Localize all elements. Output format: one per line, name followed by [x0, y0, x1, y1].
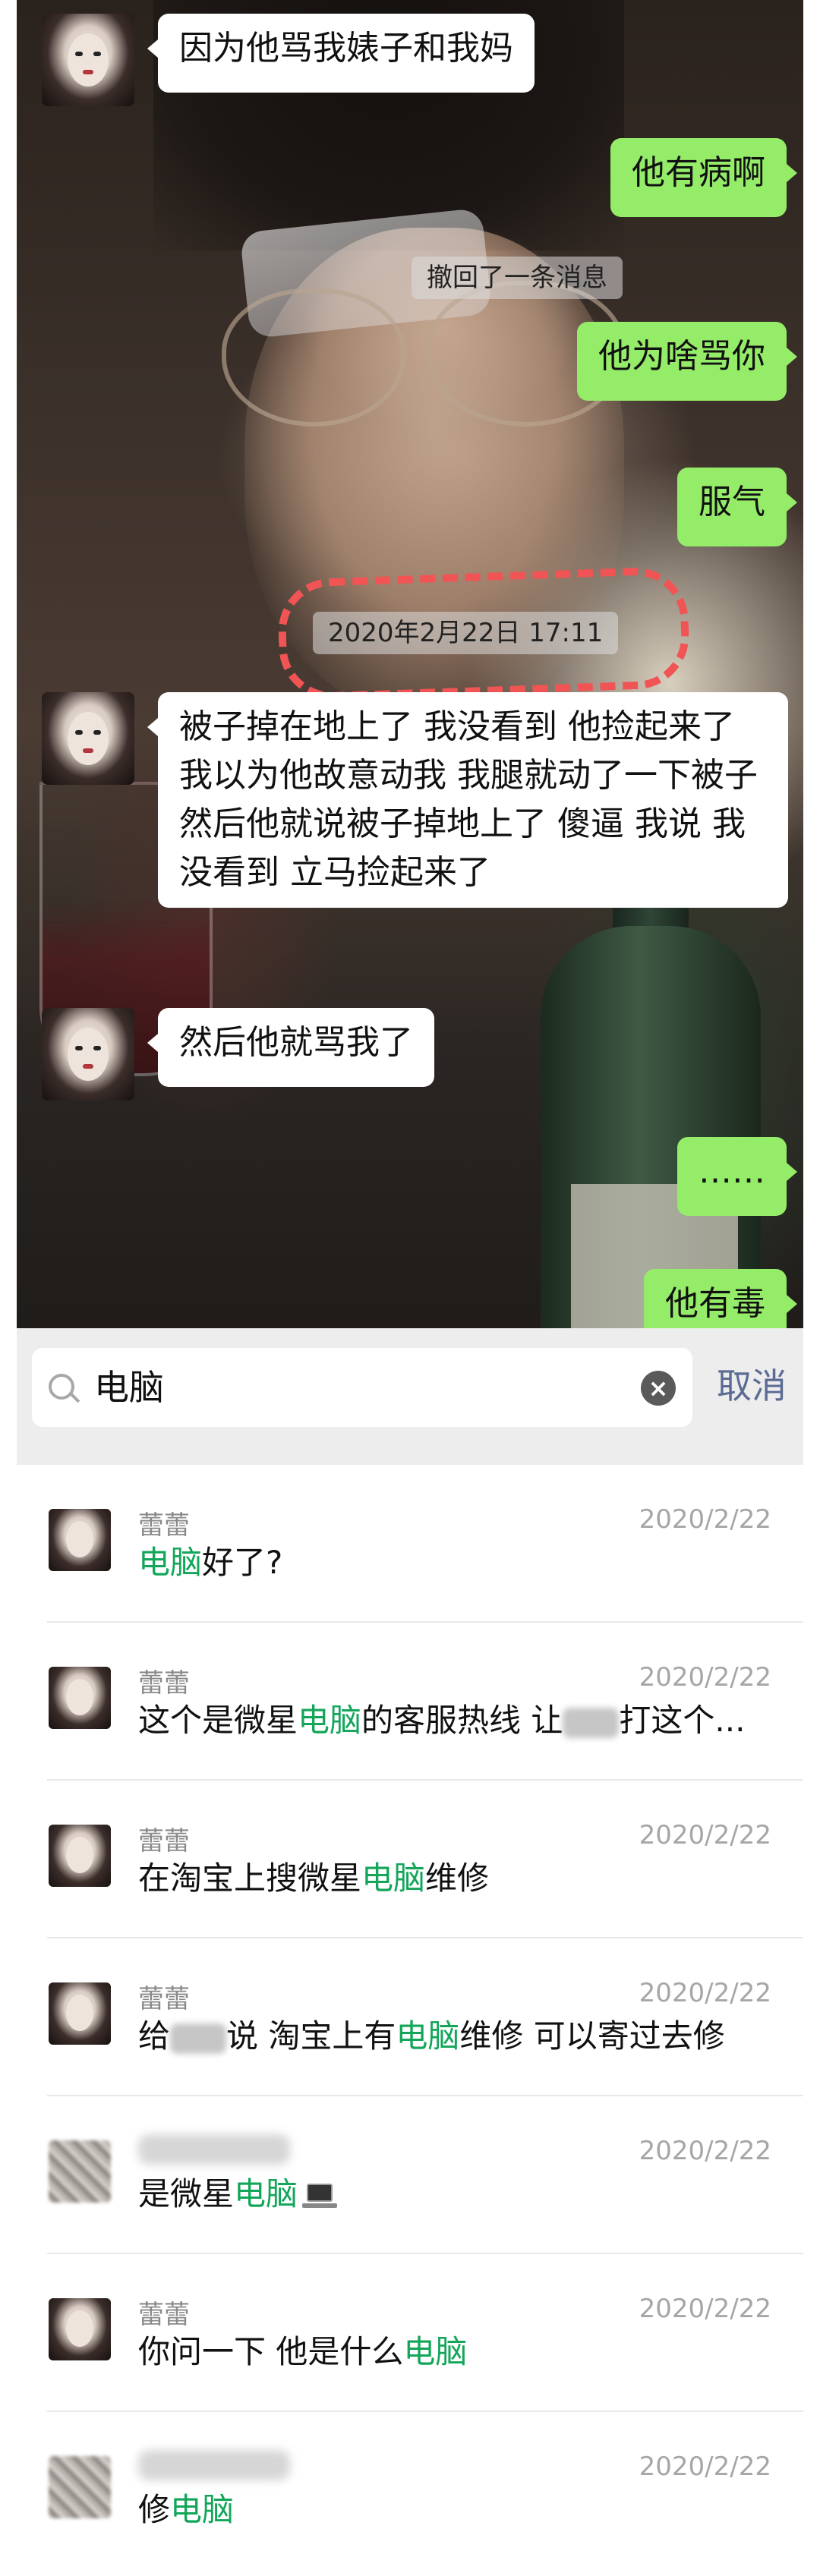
contact-name: 蕾蕾 — [138, 1984, 190, 2014]
keyword-highlight: 电脑 — [298, 1702, 362, 1739]
keyword-highlight: 电脑 — [138, 1544, 203, 1581]
message-date: 2020/2/22 — [639, 2452, 771, 2482]
message-date: 2020/2/22 — [639, 2136, 771, 2166]
message-snippet: 电脑好了? — [138, 1544, 283, 1581]
avatar — [49, 2298, 111, 2360]
message-snippet: 你问一下 他是什么电脑 — [138, 2333, 468, 2370]
message-snippet: 给说 淘宝上有电脑维修 可以寄过去修 — [138, 2017, 725, 2055]
message-date: 2020/2/22 — [639, 1978, 771, 2008]
result-item[interactable]: 蕾蕾 2020/2/22 电脑好了? — [17, 1465, 803, 1623]
chat-screenshot: 因为他骂我婊子和我妈 他有病啊 撤回了一条消息 他为啥骂你 服气 2020年2月… — [17, 0, 803, 1328]
message-snippet: 这个是微星电脑的客服热线 让打这个... — [138, 1702, 746, 1739]
blurred-contact-name — [138, 2450, 290, 2480]
red-dashed-annotation — [276, 565, 691, 702]
message-date: 2020/2/22 — [639, 1504, 771, 1535]
contact-name: 蕾蕾 — [138, 1826, 190, 1856]
blurred-name — [170, 2023, 227, 2054]
search-bar-area: 电脑 × 取消 — [17, 1328, 803, 1465]
message-bubble-incoming[interactable]: 被子掉在地上了 我没看到 他捡起来了 我以为他故意动我 我腿就动了一下被子 然后… — [147, 692, 788, 908]
message-bubble-outgoing[interactable]: 他有病啊 — [610, 138, 797, 217]
message-snippet: 是微星电脑 — [138, 2169, 338, 2219]
result-item[interactable]: 蕾蕾 2020/2/22 给说 淘宝上有电脑维修 可以寄过去修 — [17, 1938, 803, 2096]
result-item[interactable]: 蕾蕾 2020/2/22 你问一下 他是什么电脑 — [17, 2254, 803, 2412]
keyword-highlight: 电脑 — [170, 2491, 235, 2528]
contact-name: 蕾蕾 — [138, 1668, 190, 1699]
message-bubble-outgoing[interactable]: 服气 — [677, 468, 797, 546]
keyword-highlight: 电脑 — [234, 2175, 298, 2212]
avatar — [49, 2456, 111, 2518]
blurred-name — [563, 1707, 620, 1738]
result-item[interactable]: 蕾蕾 2020/2/22 在淘宝上搜微星电脑维修 — [17, 1781, 803, 1938]
result-item[interactable]: 蕾蕾 2020/2/22 这个是微星电脑的客服热线 让打这个... — [17, 1623, 803, 1781]
message-bubble-incoming[interactable]: 因为他骂我婊子和我妈 — [147, 14, 535, 93]
contact-avatar[interactable] — [42, 692, 134, 785]
avatar — [49, 1825, 111, 1887]
result-item[interactable]: 2020/2/22 修电脑 — [17, 2412, 803, 2570]
message-date: 2020/2/22 — [639, 1662, 771, 1693]
message-bubble-outgoing[interactable]: …… — [677, 1137, 797, 1216]
search-query[interactable]: 电脑 — [94, 1365, 164, 1410]
keyword-highlight: 电脑 — [403, 2333, 468, 2370]
blurred-contact-name — [138, 2134, 290, 2165]
system-notice-recalled: 撤回了一条消息 — [412, 257, 623, 299]
keyword-highlight: 电脑 — [361, 1860, 426, 1897]
contact-name: 蕾蕾 — [138, 1510, 190, 1541]
avatar — [49, 1982, 111, 2045]
laptop-icon — [302, 2183, 338, 2209]
cancel-button[interactable]: 取消 — [717, 1363, 787, 1409]
contact-name: 蕾蕾 — [138, 2300, 190, 2330]
search-icon — [49, 1374, 74, 1400]
message-bubble-outgoing[interactable]: 他为啥骂你 — [577, 322, 797, 401]
contact-avatar[interactable] — [42, 1008, 134, 1101]
search-input[interactable]: 电脑 × — [32, 1348, 692, 1427]
search-results-list: 蕾蕾 2020/2/22 电脑好了? 蕾蕾 2020/2/22 这个是微星电脑的… — [17, 1465, 803, 2576]
message-snippet: 在淘宝上搜微星电脑维修 — [138, 1860, 490, 1897]
contact-avatar[interactable] — [42, 14, 134, 106]
message-date: 2020/2/22 — [639, 1820, 771, 1850]
message-snippet: 修电脑 — [138, 2491, 235, 2528]
background-photo-glasses-left — [222, 288, 405, 427]
clear-icon[interactable]: × — [641, 1371, 676, 1406]
result-item[interactable]: 2020/2/22 是微星电脑 — [17, 2096, 803, 2254]
message-date: 2020/2/22 — [639, 2294, 771, 2324]
avatar — [49, 1509, 111, 1571]
message-bubble-outgoing[interactable]: 他有毒 — [644, 1269, 797, 1328]
message-bubble-incoming[interactable]: 然后他就骂我了 — [147, 1008, 434, 1087]
avatar — [49, 2140, 111, 2203]
avatar — [49, 1667, 111, 1729]
keyword-highlight: 电脑 — [396, 2017, 460, 2055]
